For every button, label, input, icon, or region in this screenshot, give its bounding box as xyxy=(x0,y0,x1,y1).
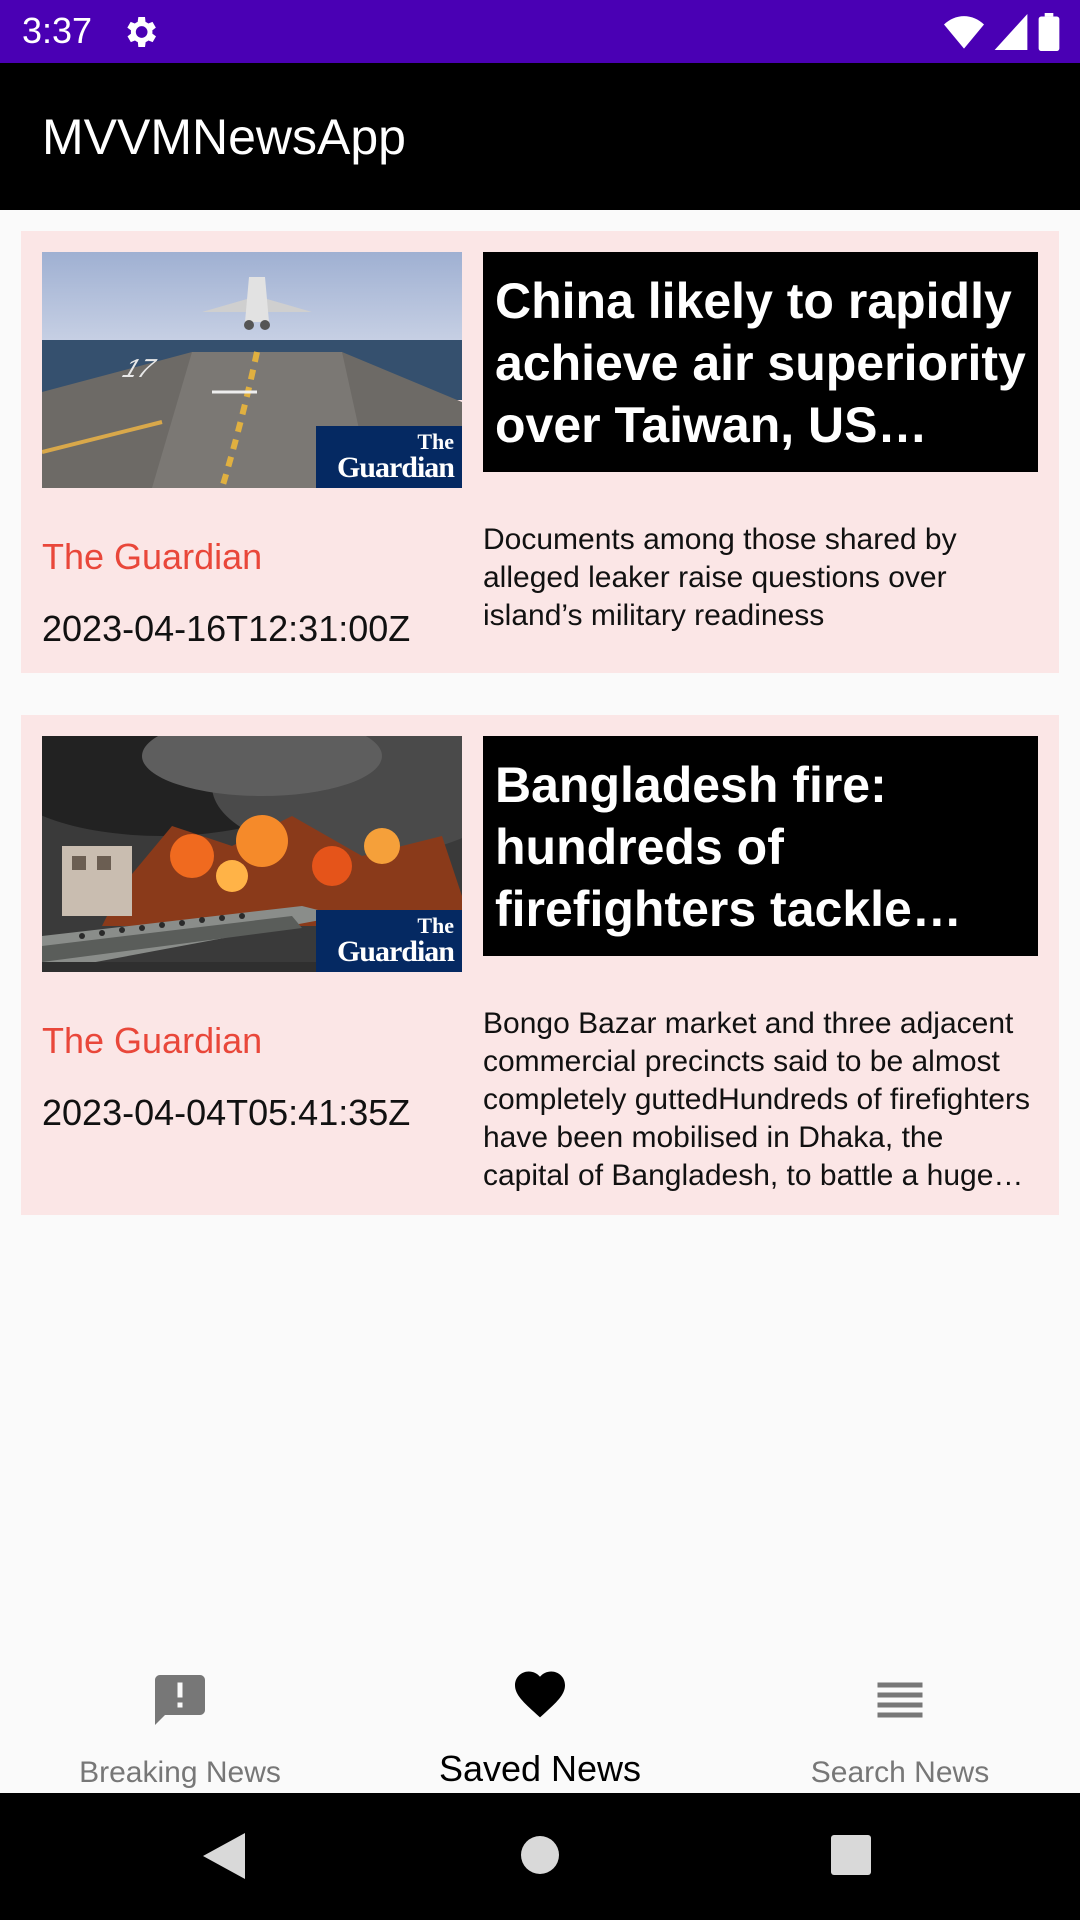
article-card[interactable]: 17 The Guardian China likely to rapidly … xyxy=(21,231,1059,673)
recents-icon[interactable] xyxy=(831,1835,871,1875)
guardian-logo: The Guardian xyxy=(316,910,462,972)
list-icon xyxy=(877,1682,923,1718)
nav-label: Saved News xyxy=(438,1748,642,1789)
status-bar: 3:37 xyxy=(0,0,1080,63)
nav-item-saved-news[interactable]: Saved News xyxy=(360,1650,720,1793)
system-navigation-bar xyxy=(0,1793,1080,1920)
article-title: China likely to rapidly achieve air supe… xyxy=(495,273,1026,453)
article-title-box: Bangladesh fire: hundreds of firefighter… xyxy=(483,736,1038,956)
announcement-icon xyxy=(155,1675,205,1725)
back-icon[interactable] xyxy=(203,1833,245,1879)
article-description: Documents among those shared by alleged … xyxy=(483,523,957,632)
article-image: 17 The Guardian xyxy=(42,252,462,488)
nav-label: Search News xyxy=(810,1756,990,1789)
article-date: 2023-04-04T05:41:35Z xyxy=(42,1092,411,1133)
nav-item-breaking-news[interactable]: Breaking News xyxy=(0,1650,360,1793)
battery-icon xyxy=(1038,13,1060,51)
article-card[interactable]: The Guardian Bangladesh fire: hundreds o… xyxy=(21,715,1059,1215)
article-source: The Guardian xyxy=(42,536,263,577)
status-icons xyxy=(944,10,1060,54)
nav-label: Breaking News xyxy=(79,1756,281,1789)
nav-item-search-news[interactable]: Search News xyxy=(720,1650,1080,1793)
home-icon[interactable] xyxy=(520,1835,560,1875)
guardian-logo: The Guardian xyxy=(316,426,462,488)
heart-icon xyxy=(515,1671,565,1718)
wifi-icon xyxy=(944,16,984,49)
app-bar: MVVMNewsApp xyxy=(0,63,1080,210)
article-date: 2023-04-16T12:31:00Z xyxy=(42,608,411,649)
article-title: Bangladesh fire: hundreds of firefighter… xyxy=(495,757,912,937)
gear-icon xyxy=(127,17,156,47)
app-title: MVVMNewsApp xyxy=(42,109,406,165)
signal-icon xyxy=(994,14,1028,50)
bottom-navigation: Breaking News Saved News Search News xyxy=(0,1650,1080,1793)
article-source: The Guardian xyxy=(42,1020,263,1061)
article-description: Bongo Bazar market and three adjacent co… xyxy=(483,1007,1030,1192)
article-title-box: China likely to rapidly achieve air supe… xyxy=(483,252,1038,472)
status-time: 3:37 xyxy=(22,10,93,51)
article-image: The Guardian xyxy=(42,736,462,972)
